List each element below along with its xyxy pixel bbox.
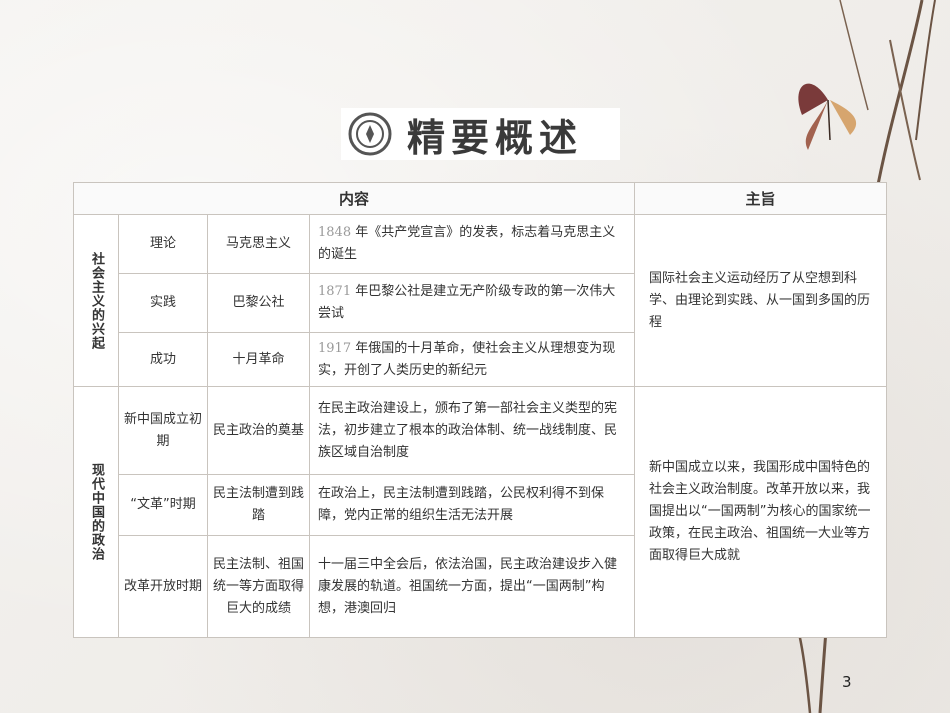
stage-cell: 新中国成立初期 — [118, 386, 208, 475]
description-cell: 1917 年俄国的十月革命，使社会主义从理想变为现实，开创了人类历史的新纪元 — [308, 332, 636, 387]
aim-cell: 新中国成立以来，我国形成中国特色的社会主义政治制度。改革开放以来，我国提出以“一… — [634, 386, 888, 638]
stage-cell: 理论 — [118, 214, 208, 274]
section-title: 精要概述 — [341, 108, 620, 160]
aim-cell: 国际社会主义运动经历了从空想到科学、由理论到实践、从一国到多国的历程 — [634, 214, 888, 387]
topic-cell: 巴黎公社 — [207, 273, 310, 333]
topic-cell: 十月革命 — [207, 332, 310, 387]
description-cell: 1848 年《共产党宣言》的发表，标志着马克思主义的诞生 — [308, 214, 636, 274]
header-row: 内容 主旨 — [72, 182, 888, 215]
compass-icon — [348, 112, 392, 156]
topic-cell: 民主法制、祖国统一等方面取得巨大的成绩 — [207, 535, 310, 638]
description-text: 年《共产党宣言》的发表，标志着马克思主义的诞生 — [318, 225, 616, 262]
butterfly-icon — [798, 83, 857, 150]
group-label: 社会主义的兴起 — [73, 214, 119, 387]
topic-cell: 民主政治的奠基 — [207, 386, 310, 475]
page-number: 3 — [842, 673, 852, 691]
header-content: 内容 — [72, 182, 636, 215]
title-text: 精要概述 — [407, 114, 584, 160]
year-text: 1917 — [318, 340, 352, 356]
group-label: 现代中国的政治 — [73, 386, 119, 638]
stage-cell: 成功 — [118, 332, 208, 387]
topic-cell: 马克思主义 — [207, 214, 310, 274]
description-cell: 在政治上，民主法制遭到践踏，公民权利得不到保障，党内正常的组织生活无法开展 — [308, 474, 636, 536]
description-text: 年俄国的十月革命，使社会主义从理想变为现实，开创了人类历史的新纪元 — [318, 340, 616, 378]
description-text: 年巴黎公社是建立无产阶级专政的第一次伟大尝试 — [318, 284, 616, 321]
description-cell: 在民主政治建设上，颁布了第一部社会主义类型的宪法，初步建立了根本的政治体制、统一… — [308, 386, 636, 475]
table-row: 现代中国的政治 新中国成立初期 民主政治的奠基 在民主政治建设上，颁布了第一部社… — [73, 386, 888, 638]
stage-cell: 实践 — [118, 273, 208, 333]
stage-cell: 改革开放时期 — [118, 535, 208, 638]
year-text: 1848 — [318, 225, 352, 240]
summary-table: 内容 主旨 社会主义的兴起 理论 马克思主义 1848 年《共产党宣言》的发表，… — [72, 182, 888, 638]
header-aim: 主旨 — [634, 182, 888, 215]
table-row: 社会主义的兴起 理论 马克思主义 1848 年《共产党宣言》的发表，标志着马克思… — [73, 214, 888, 387]
description-cell: 十一届三中全会后，依法治国，民主政治建设步入健康发展的轨道。祖国统一方面，提出“… — [308, 535, 636, 638]
topic-cell: 民主法制遭到践踏 — [207, 474, 310, 536]
stage-cell: “文革”时期 — [118, 474, 208, 536]
description-cell: 1871 年巴黎公社是建立无产阶级专政的第一次伟大尝试 — [308, 273, 636, 333]
year-text: 1871 — [318, 284, 352, 299]
